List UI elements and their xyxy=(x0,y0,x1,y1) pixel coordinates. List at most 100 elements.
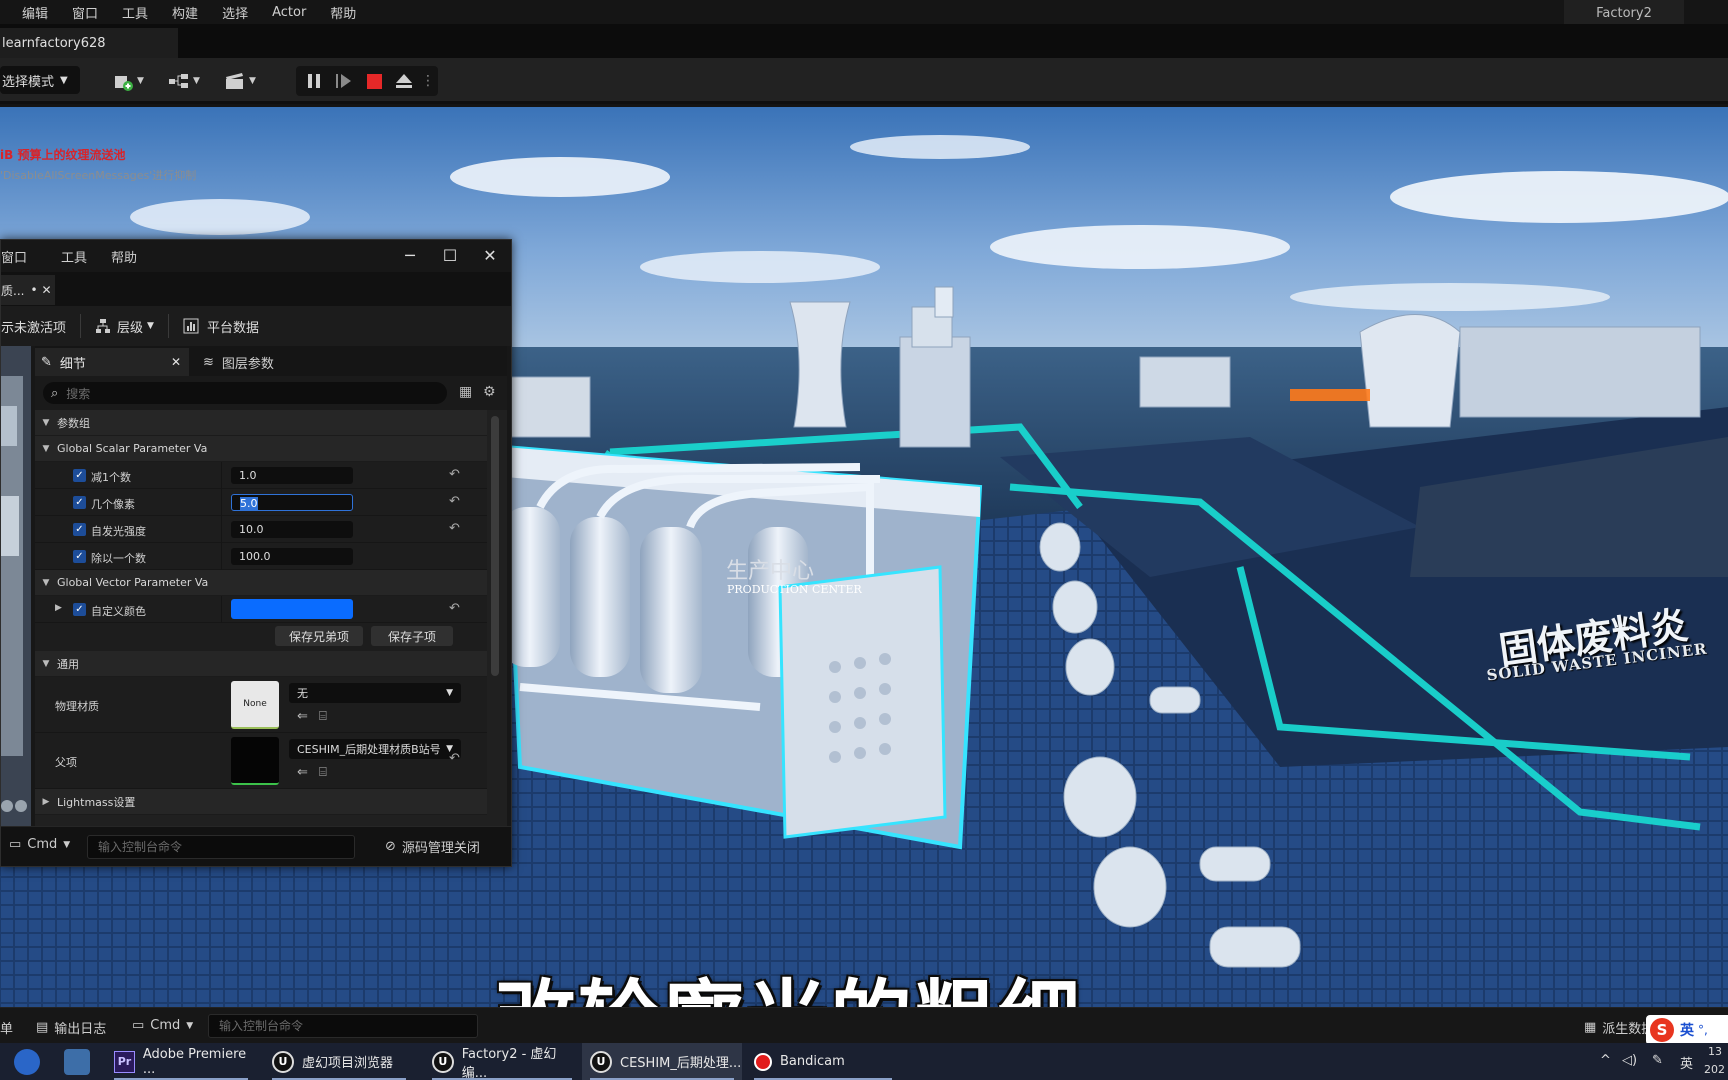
panel-menu-help[interactable]: 帮助 xyxy=(111,247,137,266)
param-value-field[interactable]: 100.0 xyxy=(231,548,353,565)
taskbar-app-bandicam[interactable]: Bandicam xyxy=(746,1043,900,1080)
category-parameter-groups[interactable]: ▼ 参数组 xyxy=(35,410,487,436)
add-cube-icon xyxy=(115,76,133,91)
param-value-field-active[interactable]: 5.0 xyxy=(231,494,353,511)
details-search-input[interactable]: ⌕ 搜索 xyxy=(43,382,447,404)
platform-data-button[interactable]: 平台数据 xyxy=(183,317,259,336)
stop-icon xyxy=(366,73,382,89)
chevron-right-icon: ▶ xyxy=(42,796,50,807)
browse-folder-icon[interactable]: ⌸ xyxy=(319,709,327,724)
phys-material-thumbnail[interactable]: None xyxy=(231,681,279,729)
menu-edit[interactable]: 编辑 xyxy=(0,3,60,22)
taskbar-app-project-browser[interactable]: U 虚幻项目浏览器 xyxy=(264,1043,414,1080)
status-cmd-dropdown[interactable]: ▭ Cmd ▼ xyxy=(132,1018,193,1033)
use-selected-icon[interactable]: ⇐ xyxy=(297,765,308,780)
maximize-icon[interactable]: ☐ xyxy=(439,246,461,265)
hierarchy-dropdown[interactable]: 层级 ▼ xyxy=(95,317,154,336)
derived-data-icon: ▦ xyxy=(1584,1020,1597,1035)
pause-button[interactable] xyxy=(304,71,324,91)
app-label: Adobe Premiere ... xyxy=(142,1046,247,1077)
blueprint-button[interactable]: ▼ xyxy=(168,70,200,92)
tray-overflow-icon[interactable]: ^ xyxy=(1600,1053,1611,1068)
details-scrollbar[interactable] xyxy=(491,416,499,676)
param-value-field[interactable]: 1.0 xyxy=(231,467,353,484)
derived-data-button[interactable]: ▦ 派生数据 xyxy=(1584,1018,1654,1037)
reset-arrow-icon[interactable]: ↶ xyxy=(449,601,460,616)
panel-menu-window[interactable]: 窗口 xyxy=(1,247,27,266)
material-doc-tab[interactable]: 质... • ✕ xyxy=(1,275,55,305)
level-tab-bar: learnfactory628 xyxy=(0,24,1728,58)
panel-menu-tools[interactable]: 工具 xyxy=(61,247,87,266)
preview-viewport-strip[interactable] xyxy=(1,346,31,826)
param-override-checkbox[interactable]: ✓ xyxy=(73,523,86,536)
taskbar-app-material[interactable]: U CESHIM_后期处理... xyxy=(582,1043,742,1080)
color-swatch[interactable] xyxy=(231,599,353,619)
param-value-field[interactable]: 10.0 xyxy=(231,521,353,538)
panel-cmd-dropdown[interactable]: ▭ Cmd ▼ xyxy=(9,837,70,852)
step-frame-button[interactable] xyxy=(334,71,354,91)
category-general[interactable]: ▼ 通用 xyxy=(35,651,487,677)
browse-folder-icon[interactable]: ⌸ xyxy=(319,765,327,780)
selection-mode-dropdown[interactable]: 选择模式 ▼ xyxy=(0,66,80,94)
taskbar-app-premiere[interactable]: Pr Adobe Premiere ... xyxy=(106,1043,256,1080)
close-icon[interactable]: ✕ xyxy=(479,246,501,265)
menu-select[interactable]: 选择 xyxy=(210,3,260,22)
category-lightmass[interactable]: ▶ Lightmass设置 xyxy=(35,789,487,815)
category-global-scalar[interactable]: ▼ Global Scalar Parameter Va xyxy=(35,436,487,462)
save-sibling-button[interactable]: 保存兄弟项 xyxy=(275,626,363,646)
sogou-logo-icon: S xyxy=(1650,1018,1674,1042)
level-tab[interactable]: learnfactory628 xyxy=(0,28,178,58)
cinematics-button[interactable]: ▼ xyxy=(224,70,256,92)
reset-arrow-icon[interactable]: ↶ xyxy=(449,521,460,536)
main-toolbar: 选择模式 ▼ ▼ ▼ ▼ ⋮ xyxy=(0,58,1728,104)
layers-icon: ≋ xyxy=(203,354,214,370)
show-inactive-toggle[interactable]: 示未激活项 xyxy=(1,317,66,336)
expand-arrow-icon[interactable]: ▶ xyxy=(55,603,62,613)
category-label: Global Vector Parameter Va xyxy=(57,576,209,589)
ime-indicator[interactable]: S 英 °, xyxy=(1646,1015,1728,1045)
menu-build[interactable]: 构建 xyxy=(160,3,210,22)
clock-time[interactable]: 13 xyxy=(1708,1045,1722,1058)
browser-icon[interactable] xyxy=(14,1049,40,1075)
save-child-button[interactable]: 保存子项 xyxy=(371,626,453,646)
use-selected-icon[interactable]: ⇐ xyxy=(297,709,308,724)
param-override-checkbox[interactable]: ✓ xyxy=(73,550,86,563)
minimize-icon[interactable]: ─ xyxy=(399,246,421,265)
source-control-button[interactable]: ⊘ 源码管理关闭 xyxy=(385,837,480,856)
content-drawer-button[interactable]: 单 xyxy=(0,1018,13,1037)
status-console-input[interactable]: 输入控制台命令 xyxy=(208,1014,478,1038)
menu-actor[interactable]: Actor xyxy=(260,5,318,20)
table-view-icon[interactable]: ▦ xyxy=(459,384,472,400)
menu-window[interactable]: 窗口 xyxy=(60,3,110,22)
parent-thumbnail[interactable] xyxy=(231,737,279,785)
param-override-checkbox[interactable]: ✓ xyxy=(73,469,86,482)
tab-close-icon[interactable]: ✕ xyxy=(171,355,181,369)
pen-icon[interactable]: ✎ xyxy=(1652,1053,1663,1068)
stop-button[interactable] xyxy=(364,71,384,91)
gear-icon[interactable]: ⚙ xyxy=(483,384,496,400)
eject-button[interactable] xyxy=(394,71,414,91)
volume-icon[interactable]: ◁) xyxy=(1622,1053,1637,1068)
reset-arrow-icon[interactable]: ↶ xyxy=(449,751,460,766)
tray-language[interactable]: 英 xyxy=(1680,1053,1693,1072)
output-log-button[interactable]: ▤ 输出日志 xyxy=(36,1018,106,1037)
menu-tools[interactable]: 工具 xyxy=(110,3,160,22)
tab-layer-parameters[interactable]: ≋ 图层参数 xyxy=(203,348,274,376)
tab-details[interactable]: ✎ 细节 ✕ xyxy=(35,348,189,376)
parent-dropdown[interactable]: CESHIM_后期处理材质B站号 ▼ xyxy=(289,739,461,759)
taskbar-app-factory2[interactable]: U Factory2 - 虚幻编... xyxy=(424,1043,580,1080)
category-global-vector[interactable]: ▼ Global Vector Parameter Va xyxy=(35,570,487,596)
clock-date[interactable]: 202 xyxy=(1704,1063,1725,1076)
param-override-checkbox[interactable]: ✓ xyxy=(73,603,86,616)
play-options-button[interactable]: ⋮ xyxy=(421,71,435,91)
reset-arrow-icon[interactable]: ↶ xyxy=(449,494,460,509)
add-actor-button[interactable]: ▼ xyxy=(112,70,144,92)
param-override-checkbox[interactable]: ✓ xyxy=(73,496,86,509)
tab-close-icon[interactable]: ✕ xyxy=(42,283,52,297)
reset-arrow-icon[interactable]: ↶ xyxy=(449,467,460,482)
phys-material-dropdown[interactable]: 无 ▼ xyxy=(289,683,461,703)
window-controls: ─ ☐ ✕ xyxy=(399,246,501,265)
panel-console-input[interactable]: 输入控制台命令 xyxy=(87,835,355,859)
menu-help[interactable]: 帮助 xyxy=(318,3,368,22)
calculator-icon[interactable] xyxy=(64,1049,90,1075)
